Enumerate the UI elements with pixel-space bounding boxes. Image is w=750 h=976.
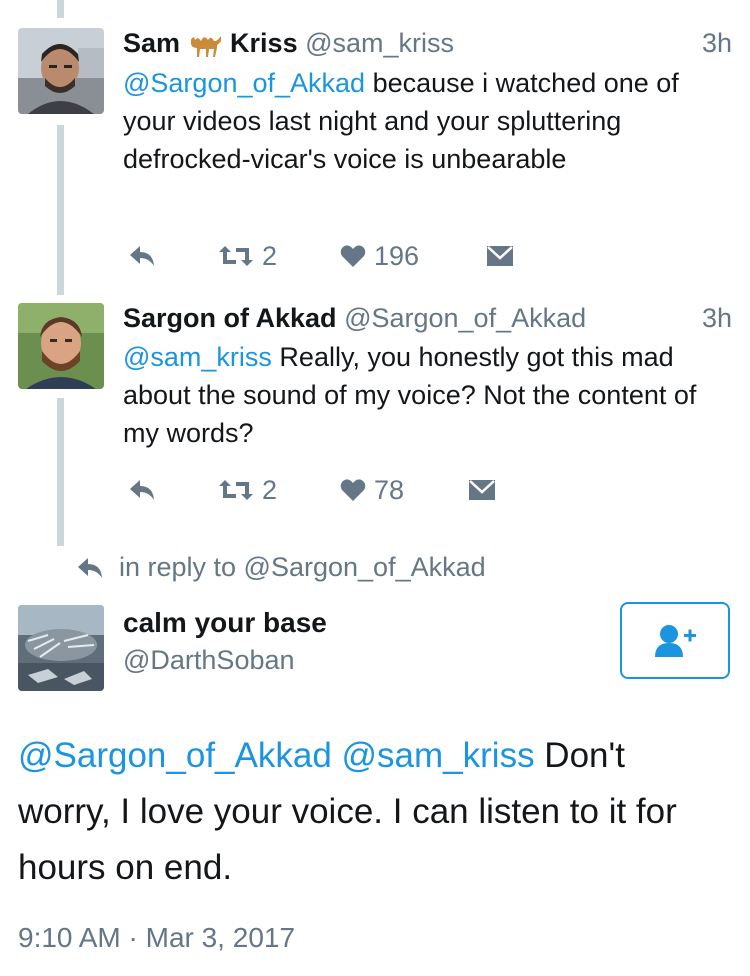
- add-user-icon: [655, 624, 696, 657]
- tweet-actions: 2 78: [123, 470, 543, 510]
- avatar-sargon[interactable]: [18, 303, 104, 389]
- reply-context-text: in reply to @Sargon_of_Akkad: [119, 552, 486, 582]
- reply-context[interactable]: in reply to @Sargon_of_Akkad: [75, 552, 486, 583]
- reply-button[interactable]: [128, 470, 156, 510]
- envelope-icon: [487, 246, 513, 266]
- avatar-sam-kriss[interactable]: [18, 28, 104, 114]
- tweet-text: @sam_kriss Really, you honestly got this…: [123, 338, 723, 452]
- tweet-header: Sargon of Akkad @Sargon_of_Akkad: [123, 303, 586, 333]
- retweet-button[interactable]: 2: [218, 236, 277, 276]
- user-handle[interactable]: @DarthSoban: [123, 645, 295, 676]
- tweet-text: @Sargon_of_Akkad because i watched one o…: [123, 64, 723, 178]
- display-name-first[interactable]: Sam: [123, 28, 180, 58]
- tweet-time[interactable]: 3h: [702, 28, 732, 59]
- direct-message-button[interactable]: [468, 470, 496, 510]
- mention-link[interactable]: @Sargon_of_Akkad: [123, 68, 365, 98]
- retweet-icon: [219, 480, 253, 500]
- direct-message-button[interactable]: [486, 236, 514, 276]
- envelope-icon: [469, 480, 495, 500]
- mention-link[interactable]: @sam_kriss: [123, 342, 272, 372]
- display-name[interactable]: Sargon of Akkad: [123, 303, 337, 333]
- tweet-header: Sam Kriss @sam_kriss: [123, 28, 454, 64]
- heart-icon: [340, 245, 366, 267]
- retweet-count: 2: [262, 240, 278, 271]
- thread-line-top: [57, 0, 64, 18]
- retweet-button[interactable]: 2: [218, 470, 277, 510]
- heart-icon: [340, 479, 366, 501]
- user-handle[interactable]: @Sargon_of_Akkad: [344, 303, 586, 333]
- like-count: 78: [374, 474, 405, 505]
- tweet-time[interactable]: 3h: [702, 303, 732, 334]
- thread-line-1: [57, 125, 64, 295]
- camel-emoji-icon: [188, 32, 222, 64]
- mention-link[interactable]: @Sargon_of_Akkad: [18, 736, 332, 775]
- follow-button[interactable]: [620, 602, 730, 679]
- display-name-last[interactable]: Kriss: [230, 28, 298, 58]
- thread-line-2: [57, 398, 64, 546]
- avatar-darthsoban[interactable]: [18, 605, 104, 691]
- main-tweet-text: @Sargon_of_Akkad @sam_kriss Don't worry,…: [18, 728, 718, 896]
- retweet-icon: [219, 246, 253, 266]
- tweet-actions: 2 196: [123, 236, 543, 276]
- user-handle[interactable]: @sam_kriss: [305, 28, 454, 58]
- retweet-count: 2: [262, 474, 278, 505]
- reply-icon: [130, 246, 154, 266]
- like-button[interactable]: 78: [340, 470, 404, 510]
- reply-icon: [78, 557, 102, 578]
- reply-button[interactable]: [128, 236, 156, 276]
- mention-link[interactable]: @sam_kriss: [342, 736, 535, 775]
- tweet-timestamp[interactable]: 9:10 AM · Mar 3, 2017: [18, 922, 295, 954]
- display-name[interactable]: calm your base: [123, 607, 327, 639]
- like-button[interactable]: 196: [340, 236, 419, 276]
- like-count: 196: [374, 240, 420, 271]
- reply-icon: [130, 480, 154, 500]
